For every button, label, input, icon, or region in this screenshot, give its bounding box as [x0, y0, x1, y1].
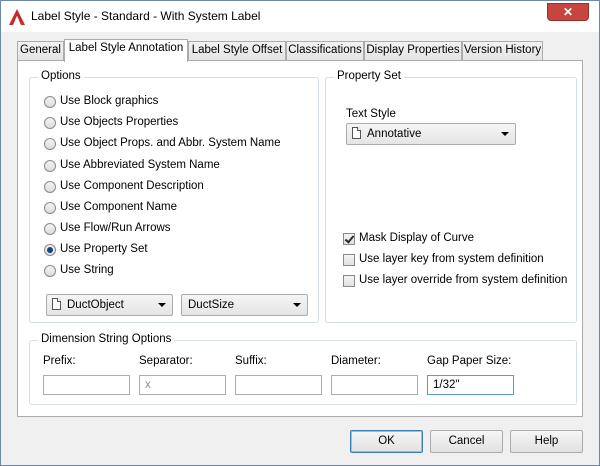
help-button[interactable]: Help: [510, 430, 583, 453]
dimension-group-label: Dimension String Options: [38, 333, 175, 345]
suffix-input[interactable]: [235, 375, 322, 395]
checkbox-checked[interactable]: [343, 233, 355, 245]
tab-label-style-offset[interactable]: Label Style Offset: [188, 41, 286, 60]
window-title: Label Style - Standard - With System Lab…: [31, 9, 261, 23]
title-bar: Label Style - Standard - With System Lab…: [1, 1, 599, 32]
label-style-dialog: Label Style - Standard - With System Lab…: [0, 0, 600, 466]
tab-panel-label-style-annotation: Options Use Block graphics Use Objects P…: [17, 60, 583, 417]
ok-button[interactable]: OK: [350, 430, 423, 453]
suffix-label: Suffix:: [235, 355, 267, 367]
radio-label: Use Component Description: [60, 180, 204, 192]
radio-button[interactable]: [44, 138, 56, 150]
close-button[interactable]: ✕: [547, 3, 589, 21]
tab-general[interactable]: General: [17, 41, 64, 60]
radio-button[interactable]: [44, 181, 56, 193]
document-icon: [52, 298, 61, 310]
tab-version-history[interactable]: Version History: [462, 41, 543, 60]
checkbox[interactable]: [343, 254, 355, 266]
checkbox-label: Use layer override from system definitio…: [359, 274, 568, 286]
prefix-label: Prefix:: [43, 355, 76, 367]
text-style-combo[interactable]: Annotative: [346, 123, 516, 145]
radio-label: Use String: [60, 264, 114, 276]
gap-paper-size-input[interactable]: [427, 375, 514, 395]
options-group-label: Options: [38, 70, 84, 82]
document-icon: [352, 127, 361, 139]
radio-button[interactable]: [44, 96, 56, 108]
checkbox-label: Use layer key from system definition: [359, 253, 544, 265]
tab-classifications[interactable]: Classifications: [286, 41, 364, 60]
gap-paper-size-label: Gap Paper Size:: [427, 355, 512, 367]
property-set-group-label: Property Set: [334, 70, 404, 82]
property-set-combo[interactable]: DuctObject: [46, 294, 173, 316]
text-style-combo-value: Annotative: [367, 128, 422, 140]
radio-button-checked[interactable]: [44, 244, 56, 256]
separator-label: Separator:: [139, 355, 193, 367]
chevron-down-icon: [158, 303, 166, 307]
radio-label: Use Object Props. and Abbr. System Name: [60, 137, 281, 149]
dimension-string-options-group: Dimension String Options: [29, 333, 577, 405]
close-icon: ✕: [562, 5, 574, 19]
radio-button[interactable]: [44, 160, 56, 172]
prefix-input[interactable]: [43, 375, 130, 395]
chevron-down-icon: [501, 132, 509, 136]
property-combo[interactable]: DuctSize: [181, 294, 308, 316]
separator-input[interactable]: [139, 375, 226, 395]
cancel-button[interactable]: Cancel: [430, 430, 503, 453]
radio-label: Use Abbreviated System Name: [60, 159, 220, 171]
autocad-a-icon: [9, 9, 25, 25]
property-combo-value: DuctSize: [188, 299, 235, 311]
chevron-down-icon: [293, 303, 301, 307]
tab-display-properties[interactable]: Display Properties: [364, 41, 462, 60]
radio-label: Use Property Set: [60, 243, 148, 255]
tab-label-style-annotation[interactable]: Label Style Annotation: [64, 39, 188, 62]
diameter-input[interactable]: [331, 375, 418, 395]
radio-button[interactable]: [44, 223, 56, 235]
checkbox-label: Mask Display of Curve: [359, 232, 475, 244]
radio-label: Use Objects Properties: [60, 116, 179, 128]
radio-label: Use Flow/Run Arrows: [60, 222, 171, 234]
diameter-label: Diameter:: [331, 355, 381, 367]
checkbox[interactable]: [343, 275, 355, 287]
property-set-combo-value: DuctObject: [67, 299, 124, 311]
text-style-label: Text Style: [346, 108, 396, 120]
radio-button[interactable]: [44, 117, 56, 129]
radio-label: Use Block graphics: [60, 95, 159, 107]
options-group: Options: [29, 70, 319, 323]
radio-label: Use Component Name: [60, 201, 177, 213]
radio-button[interactable]: [44, 265, 56, 277]
radio-button[interactable]: [44, 202, 56, 214]
